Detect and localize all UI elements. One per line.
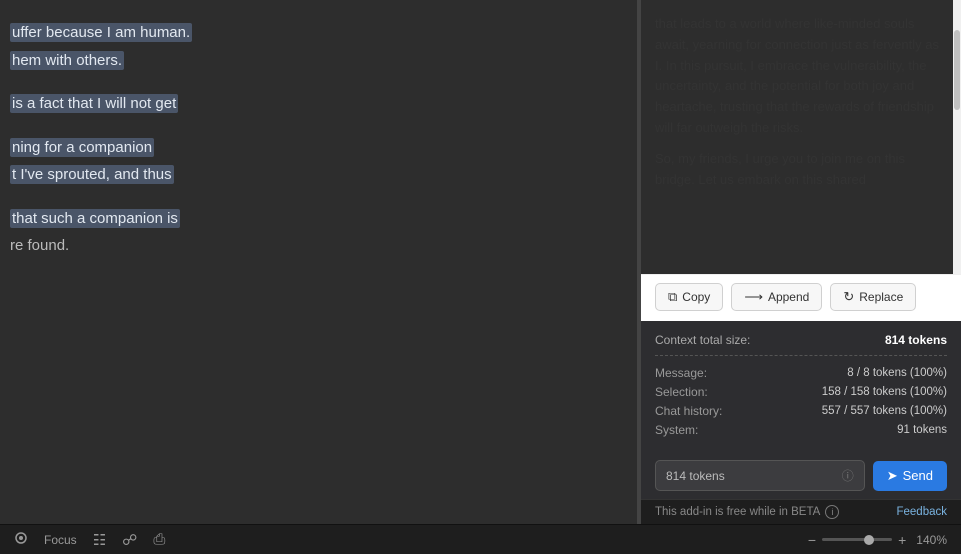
token-stats-box: Context total size: 814 tokens Message: … (641, 321, 961, 452)
zoom-increase-button[interactable]: + (898, 532, 906, 548)
highlighted-text: is a fact that I will not get (10, 94, 178, 113)
token-label-system: System: (655, 423, 698, 437)
token-label-history: Chat history: (655, 404, 722, 418)
info-icon[interactable]: ⓘ (842, 467, 854, 484)
ai-response-text-2: So, my friends, I urge you to join me on… (655, 149, 947, 191)
token-value-system: 91 tokens (897, 424, 947, 436)
replace-icon: ↻ (843, 289, 854, 305)
replace-button[interactable]: ↻ Replace (830, 283, 916, 311)
ai-response-scroll-area: that leads to a world where like-minded … (641, 0, 961, 274)
plain-text: re found. (10, 237, 69, 254)
editor-block-2: is a fact that I will not get (10, 91, 627, 117)
editor-block-4: that such a companion is re found. (10, 206, 627, 259)
highlighted-text: ning for a companion (10, 138, 154, 157)
editor-line: uffer because I am human. (10, 20, 627, 46)
status-bar-right: − + 140% (808, 532, 947, 548)
token-row-message: Message: 8 / 8 tokens (100%) (655, 366, 947, 380)
editor-block-1: uffer because I am human. hem with other… (10, 20, 627, 73)
token-value-history: 557 / 557 tokens (100%) (822, 405, 947, 417)
beta-info: This add-in is free while in BETA i (655, 505, 839, 519)
editor-block-3: ning for a companion t I've sprouted, an… (10, 135, 627, 188)
token-label-message: Message: (655, 366, 707, 380)
ai-response-text-1: that leads to a world where like-minded … (655, 14, 947, 139)
token-count-display: 814 tokens (666, 469, 836, 483)
zoom-control: − + 140% (808, 532, 947, 548)
highlighted-text: that such a companion is (10, 209, 180, 228)
editor-line: is a fact that I will not get (10, 91, 627, 117)
beta-notice-bar: This add-in is free while in BETA i Feed… (641, 499, 961, 524)
feedback-link[interactable]: Feedback (896, 506, 947, 518)
print-icon[interactable]: ⎙ (153, 531, 165, 548)
highlighted-text: uffer because I am human. (10, 23, 192, 42)
token-value-message: 8 / 8 tokens (100%) (847, 367, 947, 379)
replace-label: Replace (859, 290, 903, 304)
zoom-level-display: 140% (916, 533, 947, 547)
copy-label: Copy (682, 290, 710, 304)
zoom-slider-thumb[interactable] (864, 535, 874, 545)
send-area: 814 tokens ⓘ ➤ Send (641, 452, 961, 499)
token-row-history: Chat history: 557 / 557 tokens (100%) (655, 404, 947, 418)
focus-button[interactable] (14, 531, 28, 548)
send-input-wrapper[interactable]: 814 tokens ⓘ (655, 460, 865, 491)
ai-response-area: that leads to a world where like-minded … (641, 0, 961, 210)
focus-label[interactable]: Focus (44, 533, 77, 547)
beta-info-icon[interactable]: i (825, 505, 839, 519)
token-stats-title: Context total size: (655, 333, 750, 347)
document-icon[interactable]: ☍ (122, 531, 137, 549)
copy-button[interactable]: ⧉ Copy (655, 283, 723, 311)
status-bar-left: Focus ☷ ☍ ⎙ (14, 531, 165, 549)
editor-line: re found. (10, 233, 627, 259)
focus-icon (14, 531, 28, 545)
editor-line: that such a companion is (10, 206, 627, 232)
append-button[interactable]: ⟶ Append (731, 283, 822, 311)
token-row-system: System: 91 tokens (655, 423, 947, 437)
highlighted-text: t I've sprouted, and thus (10, 165, 174, 184)
send-icon: ➤ (887, 468, 898, 484)
editor-line: hem with others. (10, 48, 627, 74)
token-row-selection: Selection: 158 / 158 tokens (100%) (655, 385, 947, 399)
highlighted-text: hem with others. (10, 51, 124, 70)
token-stats-total: 814 tokens (885, 333, 947, 347)
layout-icon[interactable]: ☷ (93, 531, 106, 549)
token-label-selection: Selection: (655, 385, 708, 399)
status-bar: Focus ☷ ☍ ⎙ − + 140% (0, 524, 961, 554)
editor-line: ning for a companion (10, 135, 627, 161)
zoom-decrease-button[interactable]: − (808, 532, 816, 548)
main-area: uffer because I am human. hem with other… (0, 0, 961, 524)
append-icon: ⟶ (744, 289, 763, 305)
zoom-slider[interactable] (822, 538, 892, 541)
token-value-selection: 158 / 158 tokens (100%) (822, 386, 947, 398)
send-button[interactable]: ➤ Send (873, 461, 947, 491)
append-label: Append (768, 290, 809, 304)
editor-panel: uffer because I am human. hem with other… (0, 0, 637, 524)
scrollbar-thumb[interactable] (954, 30, 960, 110)
beta-notice-text: This add-in is free while in BETA (655, 506, 820, 518)
vertical-scrollbar[interactable] (953, 0, 961, 274)
copy-icon: ⧉ (668, 289, 677, 305)
sidebar-panel: that leads to a world where like-minded … (641, 0, 961, 524)
action-buttons-bar: ⧉ Copy ⟶ Append ↻ Replace (641, 274, 961, 321)
send-label: Send (903, 468, 933, 483)
editor-line: t I've sprouted, and thus (10, 162, 627, 188)
token-stats-header: Context total size: 814 tokens (655, 333, 947, 356)
